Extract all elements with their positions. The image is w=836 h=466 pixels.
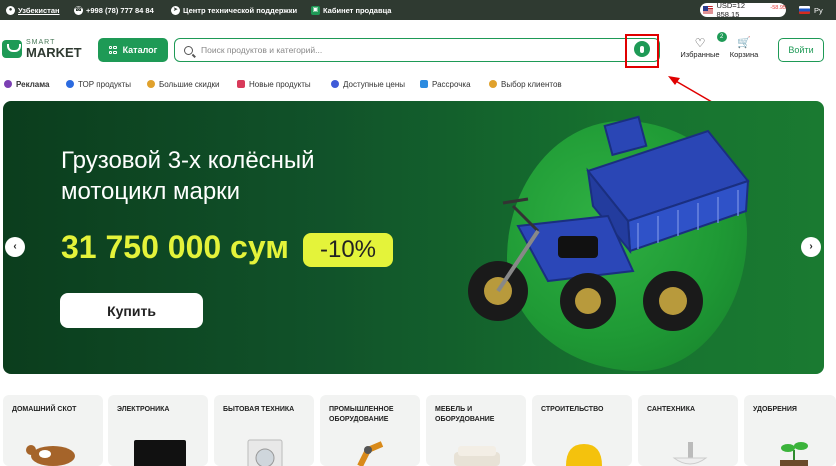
category-card[interactable]: СТРОИТЕЛЬСТВО	[532, 395, 632, 466]
favorites-button[interactable]: ♡ 2 Избранные	[680, 32, 727, 59]
phone-number: +998 (78) 777 84 84	[86, 5, 154, 15]
category-card[interactable]: МЕБЕЛЬ И ОБОРУДОВАНИЕ	[426, 395, 526, 466]
phone-link[interactable]: ☎ +998 (78) 777 84 84	[74, 0, 154, 20]
microphone-icon	[640, 45, 644, 53]
us-flag-icon	[703, 6, 714, 14]
cart-label: Корзина	[729, 50, 759, 59]
voice-search-button[interactable]	[634, 41, 650, 57]
quick-nav: Реклама ТОР продукты Большие скидки Новы…	[0, 76, 836, 92]
category-card[interactable]: ПРОМЫШЛЕННОЕ ОБОРУДОВАНИЕ	[320, 395, 420, 466]
category-card[interactable]: ДОМАШНИЙ СКОТ	[3, 395, 103, 466]
category-label: СТРОИТЕЛЬСТВО	[541, 406, 604, 413]
catalog-label: Каталог	[122, 45, 158, 55]
category-label: БЫТОВАЯ ТЕХНИКА	[223, 406, 295, 413]
monitor-icon	[134, 440, 186, 466]
megaphone-icon	[4, 80, 12, 88]
sofa-icon	[454, 446, 500, 466]
trophy-icon	[489, 80, 497, 88]
category-label: МЕБЕЛЬ И ОБОРУДОВАНИЕ	[435, 406, 495, 423]
category-label: ЭЛЕКТРОНИКА	[117, 406, 170, 413]
seedling-icon	[780, 442, 808, 466]
ru-flag-icon	[799, 6, 810, 14]
robot-arm-icon	[357, 441, 384, 466]
category-label: САНТЕХНИКА	[647, 406, 696, 413]
seller-cabinet-link[interactable]: ▣ Кабинет продавца	[311, 0, 391, 20]
hero-title: Грузовой 3-х колёсный мотоцикл марки	[61, 147, 315, 205]
nav-item-label: Рассрочка	[432, 79, 471, 89]
telegram-icon: ➤	[171, 5, 180, 15]
support-label: Центр технической поддержки	[183, 5, 298, 15]
location-pin-icon: ●	[6, 5, 15, 15]
grid-icon	[108, 46, 117, 54]
category-card[interactable]: БЫТОВАЯ ТЕХНИКА	[214, 395, 314, 466]
category-card[interactable]: САНТЕХНИКА	[638, 395, 738, 466]
nav-item-top-products[interactable]: ТОР продукты	[66, 76, 131, 92]
language-label: Ру	[814, 5, 823, 15]
login-button[interactable]: Войти	[778, 38, 824, 62]
logo-icon	[2, 40, 22, 58]
seller-label: Кабинет продавца	[323, 5, 392, 15]
hero-banner[interactable]: Грузовой 3-х колёсный мотоцикл марки 31 …	[3, 101, 824, 374]
discount-icon	[147, 80, 155, 88]
search-input[interactable]	[201, 45, 621, 55]
new-badge-icon	[237, 80, 245, 88]
nav-item-customer-choice[interactable]: Выбор клиентов	[489, 76, 562, 92]
fire-icon	[66, 80, 74, 88]
hard-hat-icon	[566, 444, 602, 466]
washing-machine-icon	[247, 439, 283, 466]
header: SMART MARKET Каталог ♡ 2 Избранные 🛒 Кор…	[0, 24, 836, 74]
favorites-label: Избранные	[680, 50, 720, 59]
shop-bag-icon: ▣	[311, 5, 320, 15]
nav-item-ads[interactable]: Реклама	[4, 76, 49, 92]
search-bar	[174, 38, 660, 62]
nav-item-label: ТОР продукты	[78, 79, 132, 89]
carousel-next-button[interactable]: ›	[801, 237, 821, 257]
logo[interactable]: SMART MARKET	[2, 39, 82, 59]
currency-delta: -58.95	[770, 5, 786, 11]
chevron-right-icon: ›	[809, 241, 813, 252]
nav-item-label: Доступные цены	[343, 79, 405, 89]
category-card[interactable]: ЭЛЕКТРОНИКА	[108, 395, 208, 466]
region-selector[interactable]: ● Узбекистан	[6, 0, 60, 20]
buy-button[interactable]: Купить	[60, 293, 203, 328]
nav-item-label: Реклама	[16, 79, 50, 89]
hero-price: 31 750 000 сум	[61, 229, 289, 265]
nav-item-new-products[interactable]: Новые продукты	[237, 76, 311, 92]
region-label: Узбекистан	[18, 5, 60, 15]
category-label: ПРОМЫШЛЕННОЕ ОБОРУДОВАНИЕ	[329, 406, 394, 423]
currency-rate[interactable]: USD=12 858.15 -58.95	[700, 1, 786, 19]
logo-bottom-text: MARKET	[26, 45, 82, 60]
nav-item-label: Выбор клиентов	[501, 79, 562, 89]
nav-item-label: Большие скидки	[159, 79, 220, 89]
coin-icon	[331, 80, 339, 88]
cow-icon	[26, 445, 75, 466]
search-icon	[184, 45, 193, 55]
nav-item-affordable-prices[interactable]: Доступные цены	[331, 76, 405, 92]
category-label: УДОБРЕНИЯ	[753, 406, 797, 413]
calendar-icon	[420, 80, 428, 88]
cart-icon: 🛒	[737, 37, 751, 49]
support-link[interactable]: ➤ Центр технической поддержки	[171, 0, 297, 20]
nav-item-big-discounts[interactable]: Большие скидки	[147, 76, 220, 92]
top-bar: ● Узбекистан ☎ +998 (78) 777 84 84 ➤ Цен…	[0, 0, 836, 20]
hero-discount-badge: -10%	[303, 233, 393, 267]
carousel-prev-button[interactable]: ‹	[5, 237, 25, 257]
category-card[interactable]: УДОБРЕНИЯ	[744, 395, 836, 466]
currency-value: USD=12 858.15	[716, 1, 746, 19]
category-strip: ДОМАШНИЙ СКОТ ЭЛЕКТРОНИКА БЫТОВАЯ ТЕХНИК…	[3, 395, 836, 466]
nav-item-label: Новые продукты	[249, 79, 311, 89]
faucet-icon	[672, 442, 708, 465]
catalog-button[interactable]: Каталог	[98, 38, 168, 62]
heart-icon: ♡	[694, 36, 706, 50]
language-selector[interactable]: Ру	[799, 0, 823, 20]
cart-button[interactable]: 🛒 Корзина	[726, 36, 762, 59]
chevron-left-icon: ‹	[13, 241, 17, 252]
nav-item-installments[interactable]: Рассрочка	[420, 76, 471, 92]
phone-icon: ☎	[74, 5, 83, 15]
motorcycle-image	[468, 115, 750, 331]
category-label: ДОМАШНИЙ СКОТ	[12, 406, 77, 413]
